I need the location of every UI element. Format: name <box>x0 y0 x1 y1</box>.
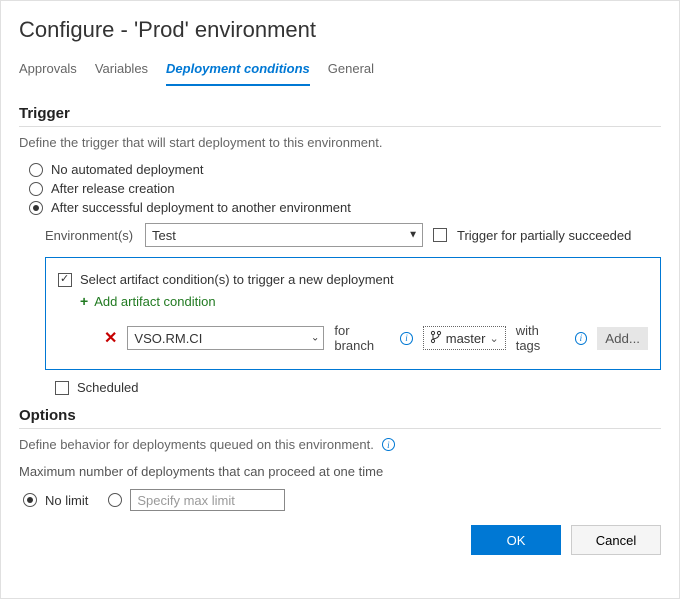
options-desc: Define behavior for deployments queued o… <box>19 437 374 452</box>
max-deployments-label: Maximum number of deployments that can p… <box>19 464 661 479</box>
tab-general[interactable]: General <box>328 57 374 86</box>
radio-specify-limit[interactable] <box>108 493 122 507</box>
checkbox-trigger-partial[interactable] <box>433 228 447 242</box>
remove-icon[interactable]: ✕ <box>104 328 117 348</box>
radio-after-release-label: After release creation <box>51 181 175 196</box>
artifact-source-select[interactable]: VSO.RM.CI ⌄ <box>127 326 324 350</box>
select-artifact-label: Select artifact condition(s) to trigger … <box>80 272 394 287</box>
trigger-desc: Define the trigger that will start deplo… <box>19 135 661 150</box>
chevron-down-icon: ▼ <box>408 230 418 241</box>
radio-after-release[interactable] <box>29 182 43 196</box>
tab-approvals[interactable]: Approvals <box>19 57 77 86</box>
no-limit-label: No limit <box>45 493 88 508</box>
page-title: Configure - 'Prod' environment <box>19 17 661 43</box>
trigger-partial-label: Trigger for partially succeeded <box>457 228 631 243</box>
branch-select[interactable]: master ⌄ <box>423 326 506 350</box>
plus-icon: + <box>80 293 88 309</box>
info-icon[interactable]: i <box>575 332 588 345</box>
info-icon[interactable]: i <box>382 438 395 451</box>
info-icon[interactable]: i <box>400 332 413 345</box>
tab-variables[interactable]: Variables <box>95 57 148 86</box>
specify-limit-input[interactable]: Specify max limit <box>130 489 285 511</box>
radio-no-auto-label: No automated deployment <box>51 162 203 177</box>
specify-limit-placeholder: Specify max limit <box>137 493 235 508</box>
environments-label: Environment(s) <box>45 228 135 243</box>
artifact-condition-box: Select artifact condition(s) to trigger … <box>45 257 661 370</box>
radio-after-success-label: After successful deployment to another e… <box>51 200 351 215</box>
options-heading: Options <box>19 407 661 429</box>
ok-button[interactable]: OK <box>471 525 561 555</box>
cancel-button[interactable]: Cancel <box>571 525 661 555</box>
for-branch-label: for branch <box>334 323 390 353</box>
add-tags-button[interactable]: Add... <box>597 327 648 350</box>
add-artifact-label: Add artifact condition <box>94 294 215 309</box>
checkbox-scheduled[interactable] <box>55 381 69 395</box>
scheduled-label: Scheduled <box>77 380 138 395</box>
tabs: Approvals Variables Deployment condition… <box>19 57 661 87</box>
environments-value: Test <box>152 228 176 243</box>
tab-deployment-conditions[interactable]: Deployment conditions <box>166 57 310 86</box>
branch-icon <box>430 330 442 347</box>
trigger-heading: Trigger <box>19 105 661 127</box>
checkbox-select-artifact[interactable] <box>58 273 72 287</box>
branch-value: master <box>446 331 486 346</box>
add-artifact-condition[interactable]: + Add artifact condition <box>80 293 648 309</box>
chevron-down-icon: ⌄ <box>311 333 319 344</box>
environments-select[interactable]: Test ▼ <box>145 223 423 247</box>
radio-after-success[interactable] <box>29 201 43 215</box>
chevron-down-icon: ⌄ <box>489 332 498 345</box>
radio-no-auto[interactable] <box>29 163 43 177</box>
with-tags-label: with tags <box>516 323 565 353</box>
artifact-source-value: VSO.RM.CI <box>134 331 202 346</box>
radio-no-limit[interactable] <box>23 493 37 507</box>
